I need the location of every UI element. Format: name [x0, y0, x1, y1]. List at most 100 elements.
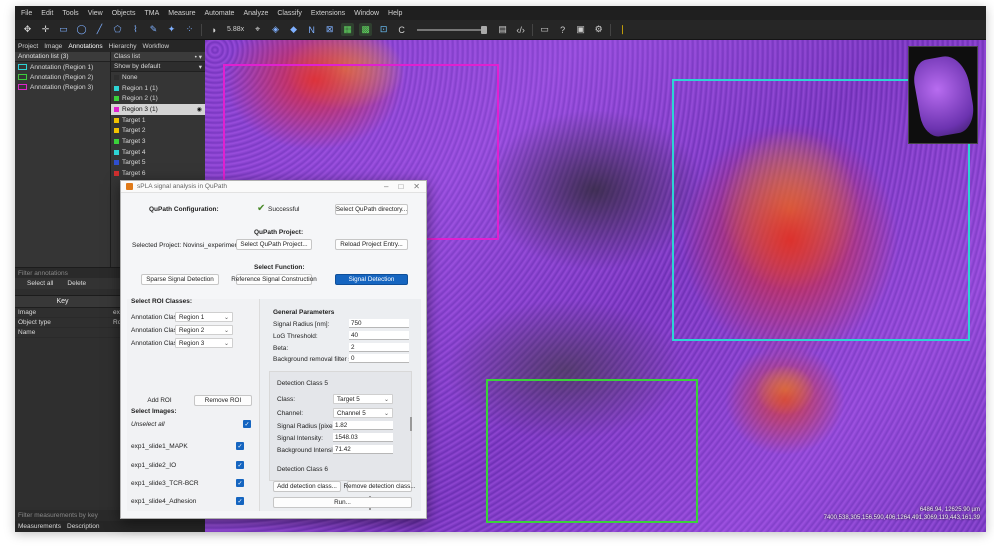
add-detection-class-button[interactable]: Add detection class... [273, 481, 341, 492]
tab-hierarchy[interactable]: Hierarchy [109, 43, 137, 50]
zoom-fit-icon[interactable]: ⌖ [251, 23, 264, 36]
fill-detections-icon[interactable]: ▩ [359, 23, 373, 36]
extension-icon[interactable]: ❘ [616, 23, 629, 36]
class-item[interactable]: None [111, 72, 205, 83]
class-item[interactable]: Target 6 [111, 168, 205, 179]
menu-file[interactable]: File [21, 10, 32, 17]
brush-tool-icon[interactable]: ✎ [147, 23, 160, 36]
script-icon[interactable]: ‹/› [514, 23, 527, 36]
menu-analyze[interactable]: Analyze [243, 10, 268, 17]
help-icon[interactable]: ? [556, 23, 569, 36]
unselect-all-checkbox[interactable]: ✓ [243, 420, 251, 428]
menu-edit[interactable]: Edit [41, 10, 53, 17]
rectangle-tool-icon[interactable]: ▭ [57, 23, 70, 36]
select-directory-button[interactable]: Select QuPath directory... [335, 204, 408, 215]
background-intensity-input[interactable]: 71.42 [333, 445, 393, 454]
polygon-tool-icon[interactable]: ⬠ [111, 23, 124, 36]
image-checkbox[interactable]: ✓ [236, 479, 244, 487]
detection-class-select[interactable]: Target 5 ⌄ [333, 394, 393, 404]
menu-measure[interactable]: Measure [168, 10, 195, 17]
display-icon[interactable]: ▭ [538, 23, 551, 36]
class-item[interactable]: Region 1 (1) [111, 83, 205, 94]
menu-help[interactable]: Help [388, 10, 402, 17]
annotation-class-select[interactable]: Region 2 ⌄ [175, 325, 233, 335]
unselect-all-link[interactable]: Unselect all [131, 421, 165, 428]
opacity-slider[interactable] [417, 25, 488, 34]
eye-icon[interactable]: ◉ [197, 106, 202, 113]
tab-annotations[interactable]: Annotations [68, 43, 102, 50]
channel-select[interactable]: Channel 5 ⌄ [333, 408, 393, 418]
annotation-item[interactable]: Annotation (Region 2) [15, 72, 110, 82]
signal-detection-button[interactable]: Signal Detection [335, 274, 408, 285]
ellipse-tool-icon[interactable]: ◯ [75, 23, 88, 36]
show-names-icon[interactable]: N [305, 23, 318, 36]
show-annotations-icon[interactable]: ◈ [269, 23, 282, 36]
select-project-button[interactable]: Select QuPath Project... [236, 239, 312, 250]
log-icon[interactable]: ▣ [574, 23, 587, 36]
image-checkbox[interactable]: ✓ [236, 442, 244, 450]
annotation-class-select[interactable]: Region 1 ⌄ [175, 312, 233, 322]
menu-objects[interactable]: Objects [112, 10, 136, 17]
minimize-icon[interactable]: – [384, 182, 388, 191]
background-filter-input[interactable]: 0 [349, 354, 409, 363]
pixel-classification-icon[interactable]: ⊡ [377, 23, 390, 36]
move-tool-icon[interactable]: ✛ [39, 23, 52, 36]
detection-scrollbar[interactable] [410, 417, 412, 431]
overlay-icon[interactable]: C [395, 23, 408, 36]
sparse-signal-detection-button[interactable]: Sparse Signal Detection [141, 274, 219, 285]
remove-roi-button[interactable]: Remove ROI [194, 395, 252, 406]
annotation-item[interactable]: Annotation (Region 3) [15, 82, 110, 92]
menu-tma[interactable]: TMA [144, 10, 159, 17]
annotation-item[interactable]: Annotation (Region 1) [15, 62, 110, 72]
menu-view[interactable]: View [88, 10, 103, 17]
roi-region-2[interactable] [486, 379, 698, 523]
run-button[interactable]: Run... [273, 497, 412, 508]
settings-icon[interactable]: ⚙ [592, 23, 605, 36]
class-item[interactable]: Region 3 (1) ◉ [111, 104, 205, 115]
reference-signal-construction-button[interactable]: Reference Signal Construction [231, 274, 317, 285]
tab-project[interactable]: Project [18, 43, 38, 50]
maximize-icon[interactable]: □ [398, 182, 403, 191]
delete-button[interactable]: Delete [67, 280, 86, 287]
class-item[interactable]: Target 5 [111, 158, 205, 169]
class-item[interactable]: Target 3 [111, 136, 205, 147]
tma-grid-icon[interactable]: ⊠ [323, 23, 336, 36]
annotation-class-select[interactable]: Region 3 ⌄ [175, 338, 233, 348]
tab-workflow[interactable]: Workflow [142, 43, 169, 50]
remove-detection-class-button[interactable]: Remove detection class... [343, 481, 416, 492]
line-tool-icon[interactable]: ╱ [93, 23, 106, 36]
close-icon[interactable]: ✕ [413, 182, 420, 191]
menu-classify[interactable]: Classify [277, 10, 302, 17]
beta-input[interactable]: 2 [349, 343, 409, 352]
menu-window[interactable]: Window [354, 10, 379, 17]
wand-tool-icon[interactable]: ✦ [165, 23, 178, 36]
select-all-button[interactable]: Select all [27, 280, 53, 287]
overview-thumbnail[interactable] [908, 46, 978, 144]
menu-tools[interactable]: Tools [62, 10, 78, 17]
signal-radius-input[interactable]: 750 [349, 319, 409, 328]
menu-extensions[interactable]: Extensions [311, 10, 345, 17]
menu-automate[interactable]: Automate [204, 10, 234, 17]
pan-tool-icon[interactable]: ✥ [21, 23, 34, 36]
class-item[interactable]: Target 4 [111, 147, 205, 158]
fill-annotations-icon[interactable]: ◆ [287, 23, 300, 36]
reload-project-button[interactable]: Reload Project Entry... [335, 239, 408, 250]
show-detections-icon[interactable]: ▦ [341, 23, 355, 36]
show-by-default-select[interactable]: Show by default ▾ [111, 62, 205, 72]
contrast-icon[interactable]: ◑ [207, 23, 220, 36]
class-item[interactable]: Target 1 [111, 115, 205, 126]
image-checkbox[interactable]: ✓ [236, 497, 244, 505]
tab-description[interactable]: Description [67, 523, 100, 530]
signal-intensity-input[interactable]: 1548.03 [333, 433, 393, 442]
points-tool-icon[interactable]: ⁘ [183, 23, 196, 36]
class-list-menu-icon[interactable]: • ▾ [195, 53, 202, 61]
add-roi-button[interactable]: Add ROI [131, 395, 188, 406]
class-item[interactable]: Region 2 (1) [111, 93, 205, 104]
log-threshold-input[interactable]: 40 [349, 331, 409, 340]
grid-icon[interactable]: ▤ [496, 23, 509, 36]
tab-image[interactable]: Image [44, 43, 62, 50]
tab-measurements[interactable]: Measurements [18, 523, 61, 530]
polyline-tool-icon[interactable]: ⌇ [129, 23, 142, 36]
signal-radius-pixels-input[interactable]: 1.82 [333, 421, 393, 430]
image-checkbox[interactable]: ✓ [236, 461, 244, 469]
